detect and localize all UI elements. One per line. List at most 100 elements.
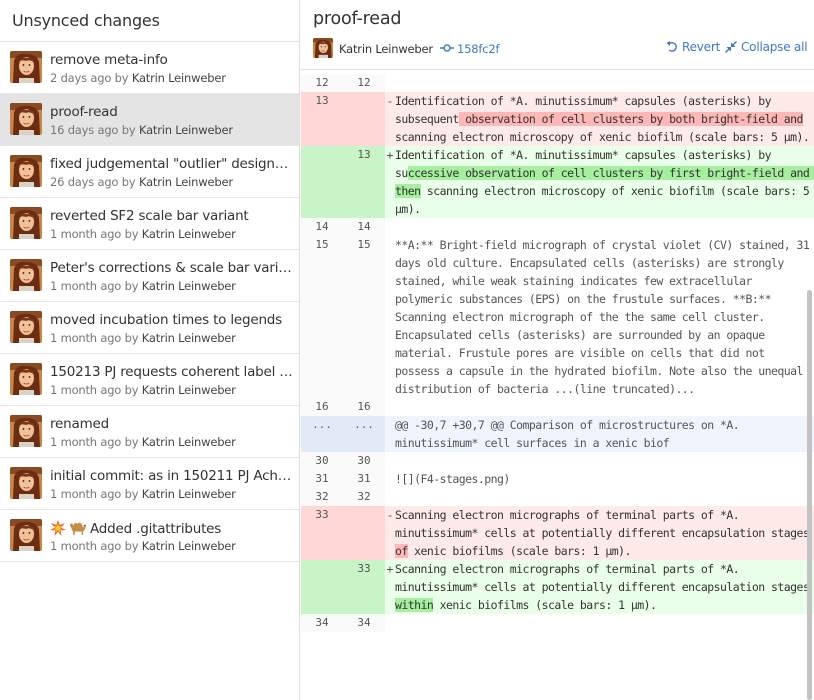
commit-author: Katrin Leinweber [141, 331, 236, 345]
commit-time: 2 days ago [50, 71, 112, 85]
old-line-number: 15 [301, 236, 343, 398]
diff-text: xenic biofilms (scale bars: 1 µm). [433, 598, 657, 612]
old-line-number: 33 [301, 506, 343, 560]
diff-sign [385, 398, 395, 416]
commit-time: 1 month ago [50, 279, 122, 293]
diff-code: Identification of *A. minutissimum* caps… [395, 146, 814, 218]
diff-line: 34 34 [301, 614, 814, 632]
commit-by: by [124, 331, 139, 345]
commit-list-item[interactable]: Peter's corrections & scale bar variants… [0, 250, 299, 302]
diff-sign: + [386, 562, 394, 576]
diff-line: 13 + Identification of *A. minutissimum* c… [301, 146, 814, 218]
commit-author: Katrin Leinweber [141, 227, 236, 241]
commit-by: by [124, 227, 139, 241]
diff-line: 15 15 **A:** Bright-field micrograph of c… [301, 236, 814, 398]
revert-icon [666, 41, 677, 52]
author-avatar [10, 155, 42, 187]
commit-summary-text: reverted SF2 scale bar variant [50, 208, 249, 224]
revert-label: Revert [682, 40, 721, 54]
revert-button[interactable]: Revert [666, 40, 720, 56]
diff-code [395, 398, 814, 416]
author-avatar [10, 311, 42, 343]
diff-view: 12 12 13- Identification of *A. minutissim… [301, 69, 814, 632]
commit-by: by [124, 435, 139, 449]
commit-list-item[interactable]: 150213 PJ requests coherent label sizes 1… [0, 354, 299, 406]
commit-author: Katrin Leinweber [131, 71, 226, 85]
commit-info-bar: Katrin Leinweber 158fc2f Revert Collapse… [313, 38, 808, 58]
commit-summary: moved incubation times to legends [50, 312, 296, 328]
diff-highlight: of [395, 544, 408, 558]
diff-highlight: within [395, 598, 434, 612]
commit-author: Katrin Leinweber [141, 435, 236, 449]
diff-code [395, 218, 814, 236]
commit-time: 26 days ago [50, 175, 119, 189]
old-line-number: 31 [301, 470, 343, 488]
old-line-number: 16 [301, 398, 343, 416]
commit-list-item[interactable]: remove meta-info 2 days ago by Katrin Lei… [0, 42, 299, 94]
diff-sign [385, 488, 395, 506]
commit-time: 1 month ago [50, 383, 122, 397]
commit-list-item[interactable]: fixed judgemental "outlier" designation 2… [0, 146, 299, 198]
commit-summary: fixed judgemental "outlier" designation [50, 156, 296, 172]
commit-by: by [124, 539, 139, 553]
diff-highlight: observation of cell clusters by both bri… [458, 112, 803, 126]
new-line-number: 16 [343, 398, 385, 416]
collapse-all-button[interactable]: Collapse all [725, 40, 808, 56]
scrollbar-thumb[interactable] [807, 290, 812, 700]
commit-list-item[interactable]: reverted SF2 scale bar variant 1 month ag… [0, 198, 299, 250]
commit-summary-text: renamed [50, 416, 110, 432]
commit-summary: Added .gitattributes [50, 520, 296, 537]
diff-line: 30 30 [301, 452, 814, 470]
diff-text: Identification of *A. minutissimum* caps… [395, 94, 778, 108]
author-name: Katrin Leinweber [339, 42, 433, 56]
commit-by: by [124, 279, 139, 293]
commit-summary: renamed [50, 416, 296, 432]
diff-text: @@ -30,7 +30,7 @@ Comparison of microstr… [395, 418, 746, 450]
new-line-number: 31 [343, 470, 385, 488]
diff-code: Identification of *A. minutissimum* caps… [395, 92, 814, 146]
new-line-number [343, 506, 385, 560]
diff-sign [385, 470, 395, 488]
sidebar-title: Unsynced changes [0, 0, 299, 42]
commit-by: by [121, 123, 136, 137]
author-avatar [10, 103, 42, 135]
commit-meta: 1 month ago by Katrin Leinweber [50, 279, 236, 293]
commit-summary-text: 150213 PJ requests coherent label sizes [50, 364, 296, 380]
author-avatar [10, 207, 42, 239]
new-line-number: 34 [343, 614, 385, 632]
commit-summary: Peter's corrections & scale bar variants [50, 260, 296, 276]
new-line-number [343, 92, 385, 146]
commit-list-item[interactable]: renamed 1 month ago by Katrin Leinweber [0, 406, 299, 458]
commit-by: by [114, 71, 129, 85]
diff-line: 16 16 [301, 398, 814, 416]
commit-list-item[interactable]: initial commit: as in 150211 PJ AchMinut… [0, 458, 299, 510]
diff-line: 32 32 [301, 488, 814, 506]
old-line-number: ... [301, 416, 343, 452]
diff-text: xenic biofilms (scale bars: 1 µm). [407, 544, 631, 558]
old-line-number: 32 [301, 488, 343, 506]
diff-sign: - [386, 94, 394, 108]
commit-summary-text: moved incubation times to legends [50, 312, 283, 328]
commit-summary-text: Added .gitattributes [90, 521, 222, 537]
commit-author: Katrin Leinweber [141, 539, 236, 553]
commit-meta: 1 month ago by Katrin Leinweber [50, 435, 236, 449]
diff-sign [385, 452, 395, 470]
diff-sign [385, 236, 395, 398]
commit-author: Katrin Leinweber [138, 123, 233, 137]
commit-list-item[interactable]: proof-read 16 days ago by Katrin Leinwebe… [0, 94, 299, 146]
old-line-number: 30 [301, 452, 343, 470]
commit-list-item[interactable]: moved incubation times to legends 1 month… [0, 302, 299, 354]
diff-line: 33 + Scanning electron micrographs of term… [301, 560, 814, 614]
author-avatar [10, 467, 42, 499]
commit-time: 1 month ago [50, 539, 122, 553]
commit-summary-text: fixed judgemental "outlier" designation [50, 156, 296, 172]
commit-summary: remove meta-info [50, 52, 296, 68]
commit-summary-text: initial commit: as in 150211 PJ AchMinut… [50, 468, 296, 484]
commit-sha-link[interactable]: 158fc2f [457, 42, 499, 56]
commit-meta: 1 month ago by Katrin Leinweber [50, 487, 236, 501]
diff-line: 13 - Identification of *A. minutissimum* c… [301, 92, 814, 146]
commit-by: by [124, 487, 139, 501]
old-line-number: 34 [301, 614, 343, 632]
commit-list-item[interactable]: Added .gitattributes 1 month ago by Katri… [0, 510, 299, 562]
commit-meta: 26 days ago by Katrin Leinweber [50, 175, 233, 189]
